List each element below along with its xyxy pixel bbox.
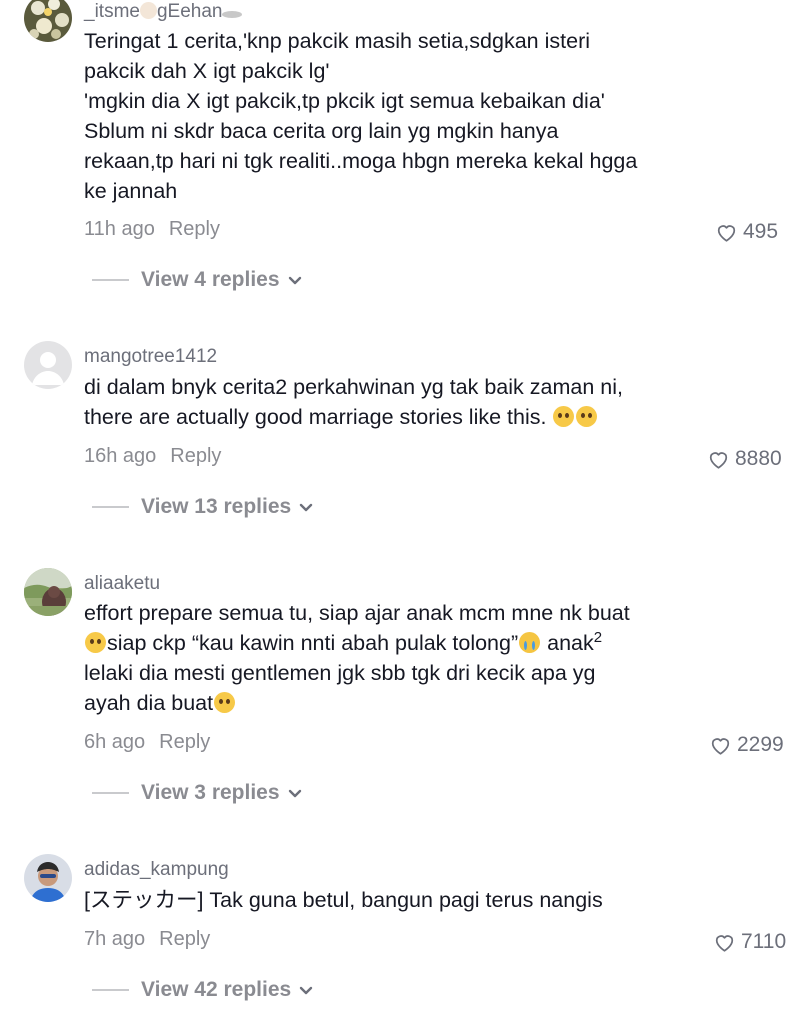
like-button[interactable]: 7110 <box>714 929 786 955</box>
neutral-face-emoji-icon <box>139 2 157 19</box>
view-replies-button[interactable]: View 3 replies <box>92 780 302 806</box>
like-button[interactable]: 495 <box>716 219 778 245</box>
like-button[interactable]: 8880 <box>708 446 782 472</box>
like-count: 8880 <box>735 447 782 470</box>
timestamp: 6h ago <box>84 731 146 753</box>
divider-line <box>92 989 129 991</box>
timestamp: 7h ago <box>84 928 146 950</box>
pleading-face-emoji-icon <box>553 406 575 427</box>
view-replies-button[interactable]: View 42 replies <box>92 977 313 1003</box>
divider-line <box>92 506 129 508</box>
username[interactable]: _itsme gEehan <box>84 0 243 24</box>
like-button[interactable]: 2299 <box>710 732 784 758</box>
chevron-down-icon <box>299 494 313 520</box>
reply-button[interactable]: Reply <box>159 928 210 950</box>
like-count: 495 <box>743 220 779 243</box>
username[interactable]: aliaaketu <box>84 572 160 596</box>
avatar[interactable] <box>24 854 72 902</box>
hole-emoji-icon <box>222 11 243 18</box>
timestamp: 11h ago <box>84 218 155 240</box>
chevron-down-icon <box>288 267 302 293</box>
comment-text: di dalam bnyk cerita2 perkahwinan yg tak… <box>84 375 623 429</box>
chevron-down-icon <box>288 780 302 806</box>
heart-outline-icon <box>709 451 728 469</box>
comment-text: Teringat 1 cerita,'knp pakcik masih seti… <box>84 29 638 203</box>
pleading-face-emoji-icon <box>576 406 598 427</box>
crying-face-emoji-icon <box>519 632 541 653</box>
reply-button[interactable]: Reply <box>170 445 221 467</box>
reply-button[interactable]: Reply <box>159 731 210 753</box>
divider-line <box>92 279 129 281</box>
comment-text: effort prepare semua tu, siap ajar anak … <box>84 601 630 715</box>
comment-meta: 16h ago Reply <box>84 443 221 469</box>
like-count: 2299 <box>737 733 784 756</box>
timestamp: 16h ago <box>84 445 157 467</box>
comment-meta: 6h ago Reply <box>84 729 210 755</box>
heart-outline-icon <box>717 224 736 242</box>
avatar[interactable] <box>24 341 72 389</box>
like-count: 7110 <box>741 930 787 953</box>
comment-text: [ステッカー] Tak guna betul, bangun pagi teru… <box>84 888 603 912</box>
username[interactable]: mangotree1412 <box>84 345 217 369</box>
username[interactable]: adidas_kampung <box>84 858 229 882</box>
pleading-face-emoji-icon <box>85 632 106 653</box>
comment-meta: 7h ago Reply <box>84 926 210 952</box>
view-replies-button[interactable]: View 4 replies <box>92 267 302 293</box>
avatar[interactable] <box>24 0 72 42</box>
divider-line <box>92 792 129 794</box>
comment-meta: 11h ago Reply <box>84 216 220 242</box>
heart-outline-icon <box>711 737 730 755</box>
avatar[interactable] <box>24 568 72 616</box>
heart-outline-icon <box>715 934 734 952</box>
reply-button[interactable]: Reply <box>169 218 220 240</box>
view-replies-button[interactable]: View 13 replies <box>92 494 313 520</box>
pleading-face-emoji-icon <box>214 692 236 713</box>
chevron-down-icon <box>299 977 313 1003</box>
